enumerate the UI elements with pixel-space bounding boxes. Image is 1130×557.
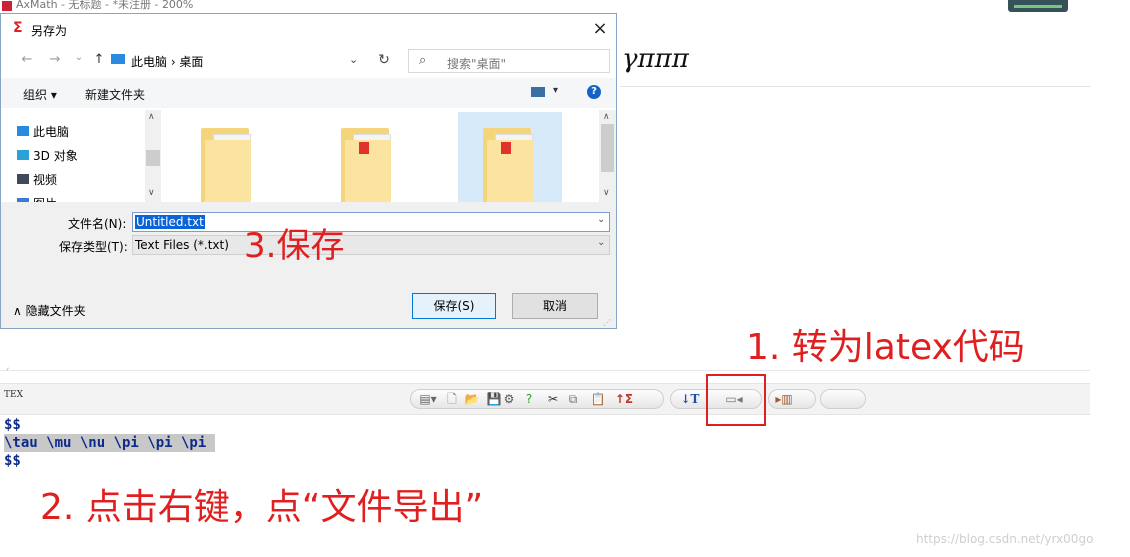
sigma-app-icon: Σ — [13, 20, 23, 36]
file-type-label: 保存类型(T): — [59, 240, 128, 254]
file-list-scroll-thumb[interactable] — [601, 124, 614, 172]
tex-label: TEX — [4, 390, 23, 400]
organize-menu-button[interactable]: 组织 ▾ — [23, 86, 57, 103]
video-icon — [17, 174, 29, 184]
annotation-step-1: 1. 转为latex代码 — [746, 327, 1025, 368]
save-button[interactable]: 保存(S) — [412, 293, 496, 319]
dialog-title: 另存为 — [31, 24, 68, 38]
scroll-up-icon[interactable]: ∧ — [603, 112, 610, 122]
dialog-titlebar: Σ 另存为 × — [1, 14, 616, 44]
file-list — [161, 110, 601, 202]
hide-folders-toggle[interactable]: ∧ 隐藏文件夹 — [13, 302, 86, 319]
file-type-select[interactable]: Text Files (*.txt) ⌄ — [132, 235, 610, 255]
scroll-down-icon[interactable]: ∨ — [148, 188, 155, 198]
panel-divider — [0, 370, 1090, 371]
address-path[interactable]: 此电脑 › 桌面 — [131, 53, 203, 70]
annotation-step-2: 2. 点击右键，点“文件导出” — [40, 487, 484, 528]
filename-value[interactable]: Untitled.txt — [135, 215, 205, 229]
folder-icon[interactable] — [341, 128, 393, 202]
filename-field[interactable]: Untitled.txt ⌄ — [132, 212, 610, 232]
filename-label: 文件名(N): — [68, 217, 127, 231]
app-window-title: AxMath - 无标题 - *未注册 - 200% — [16, 0, 194, 11]
view-options-icon[interactable] — [531, 87, 545, 97]
chevron-down-icon[interactable]: ⌄ — [597, 237, 605, 248]
scroll-down-icon[interactable]: ∨ — [603, 188, 610, 198]
nav-item-videos[interactable]: 视频 — [33, 171, 57, 188]
search-icon: ⌕ — [419, 53, 427, 68]
latex-toolbar: TEX ▤▾ 🗋 📂 💾 ⚙? ✂ ⧉ 📋 ↑Σ ↓T ▭◂ ▸▥ — [0, 383, 1090, 415]
format-icon[interactable]: ▤▾ — [416, 392, 440, 406]
search-placeholder: 搜索"桌面" — [447, 57, 507, 71]
up-arrow-icon[interactable]: ↑ — [91, 52, 107, 67]
math-preview: γπππ — [622, 44, 689, 74]
latex-code-editor[interactable]: $$ \tau \mu \nu \pi \pi \pi $$ — [4, 416, 215, 470]
cancel-button[interactable]: 取消 — [512, 293, 598, 319]
close-button[interactable]: × — [585, 16, 615, 42]
address-bar[interactable]: 此电脑 › 桌面 ⌄ — [111, 50, 401, 72]
folder-icon[interactable] — [201, 128, 253, 202]
cube-icon — [17, 150, 29, 160]
nav-pane-scroll-thumb[interactable] — [146, 150, 160, 166]
help-icon[interactable]: ? — [522, 392, 536, 406]
back-arrow-icon[interactable]: ← — [19, 52, 35, 67]
annotation-highlight-box — [706, 374, 766, 426]
resize-grip-icon[interactable]: ⋰ — [603, 318, 611, 327]
app-top-control[interactable] — [1008, 0, 1068, 12]
nav-item-this-pc[interactable]: 此电脑 — [33, 123, 69, 140]
search-input[interactable]: ⌕ 搜索"桌面" — [408, 49, 610, 73]
folder-icon[interactable] — [483, 128, 535, 202]
save-as-dialog: Σ 另存为 × ← → ⌄ ↑ 此电脑 › 桌面 ⌄ ↻ ⌕ 搜索"桌面" 组织… — [0, 13, 617, 329]
code-line[interactable]: $$ — [4, 416, 215, 434]
chevron-down-icon[interactable]: ⌄ — [597, 214, 605, 225]
nav-item-3d-objects[interactable]: 3D 对象 — [33, 147, 78, 164]
dialog-navigation-bar: ← → ⌄ ↑ 此电脑 › 桌面 ⌄ ↻ ⌕ 搜索"桌面" — [1, 44, 616, 78]
view-dropdown-icon[interactable]: ▾ — [553, 85, 558, 96]
navigation-pane: 此电脑 3D 对象 视频 图片 — [1, 110, 161, 202]
paste-icon[interactable]: 📋 — [586, 392, 610, 406]
open-folder-icon[interactable]: 📂 — [460, 392, 484, 406]
to-axmath-icon[interactable]: ↑Σ — [612, 392, 636, 406]
watermark: https://blog.csdn.net/yrx00go — [916, 532, 1094, 546]
annotation-step-3: 3.保存 — [244, 226, 345, 266]
toolbar-group-import — [820, 389, 866, 409]
new-folder-button[interactable]: 新建文件夹 — [85, 86, 145, 103]
chevron-down-icon[interactable]: ⌄ — [349, 53, 358, 66]
scroll-up-icon[interactable]: ∧ — [148, 112, 155, 122]
computer-icon — [17, 126, 29, 136]
dialog-toolbar: 组织 ▾ 新建文件夹 ▾ ? — [1, 78, 616, 108]
code-line[interactable]: $$ — [4, 452, 215, 470]
math-baseline-divider — [620, 86, 1090, 87]
recent-locations-icon[interactable]: ⌄ — [71, 52, 87, 63]
copy-icon[interactable]: ⧉ — [566, 392, 580, 406]
file-type-value: Text Files (*.txt) — [135, 238, 229, 252]
nav-item-pictures[interactable]: 图片 — [33, 195, 57, 202]
import-icon[interactable]: ▸▥ — [772, 392, 796, 406]
help-icon[interactable]: ? — [587, 85, 601, 99]
gear-icon[interactable]: ⚙ — [502, 392, 516, 406]
computer-icon — [111, 54, 125, 64]
code-line[interactable]: \tau \mu \nu \pi \pi \pi — [4, 434, 215, 452]
refresh-icon[interactable]: ↻ — [375, 52, 393, 68]
forward-arrow-icon[interactable]: → — [47, 52, 63, 67]
to-latex-icon[interactable]: ↓T — [678, 392, 702, 406]
cut-icon[interactable]: ✂ — [546, 392, 560, 406]
